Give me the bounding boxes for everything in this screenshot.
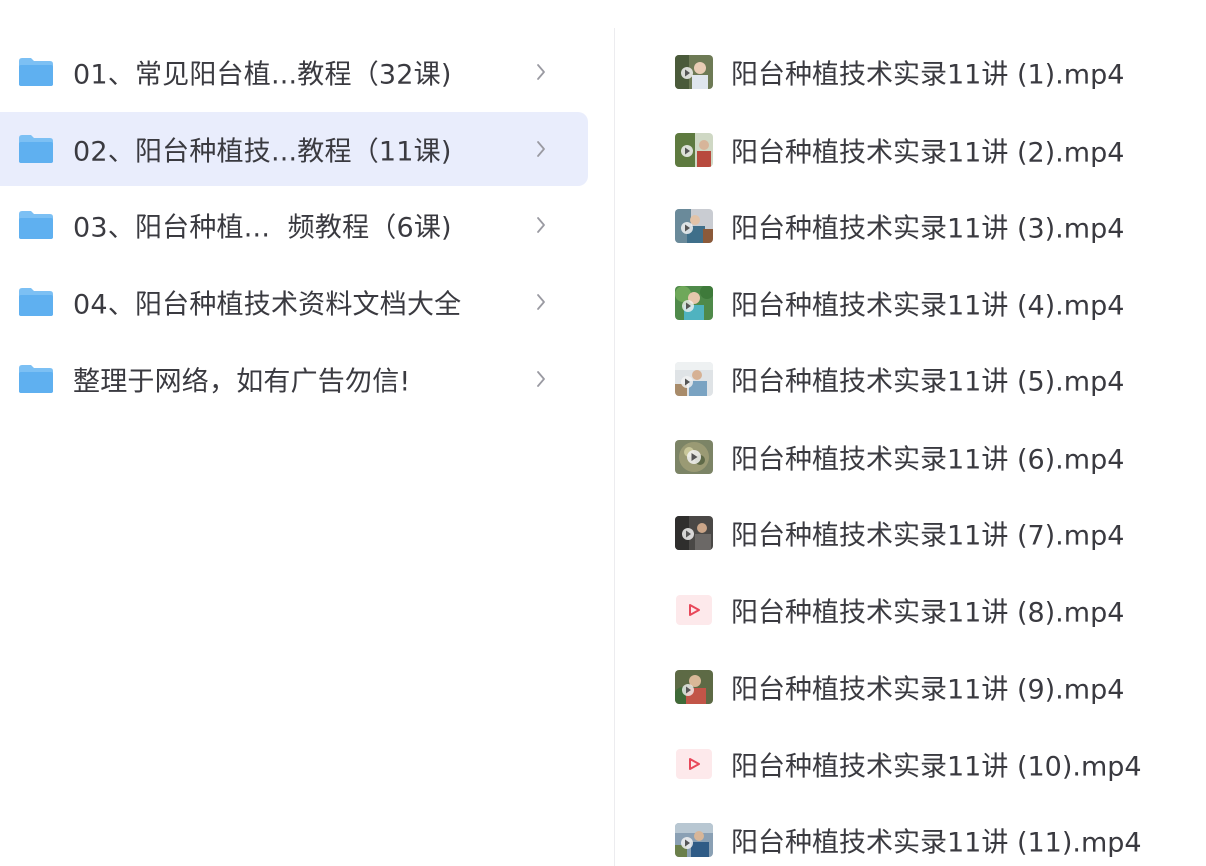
chevron-right-icon bbox=[533, 214, 549, 236]
folder-label: 03、阳台种植... 频教程（6课) bbox=[73, 212, 452, 244]
folder-label: 02、阳台种植技...教程（11课) bbox=[73, 136, 452, 168]
file-item[interactable]: 阳台种植技术实录11讲 (9).mp4 bbox=[615, 657, 1206, 717]
file-name: 阳台种植技术实录11讲 (4).mp4 bbox=[731, 290, 1125, 322]
file-item[interactable]: 阳台种植技术实录11讲 (11).mp4 bbox=[615, 810, 1206, 866]
chevron-right-icon bbox=[533, 138, 549, 160]
file-name: 阳台种植技术实录11讲 (3).mp4 bbox=[731, 213, 1125, 245]
file-name: 阳台种植技术实录11讲 (10).mp4 bbox=[731, 751, 1142, 783]
folder-list: 01、常见阳台植...教程（32课) 02、阳台种植技...教程（11课) 03… bbox=[0, 0, 614, 866]
file-item[interactable]: 阳台种植技术实录11讲 (7).mp4 bbox=[615, 503, 1206, 563]
video-thumbnail-icon bbox=[675, 133, 713, 167]
file-item[interactable]: 阳台种植技术实录11讲 (4).mp4 bbox=[615, 273, 1206, 333]
video-thumbnail-icon bbox=[675, 516, 713, 550]
file-list: 阳台种植技术实录11讲 (1).mp4 阳台种植技术实录11讲 (2).mp4 … bbox=[615, 0, 1206, 866]
folder-icon bbox=[18, 364, 54, 394]
file-name: 阳台种植技术实录11讲 (7).mp4 bbox=[731, 520, 1125, 552]
folder-item-01[interactable]: 01、常见阳台植...教程（32课) bbox=[0, 35, 588, 109]
file-item[interactable]: 阳台种植技术实录11讲 (5).mp4 bbox=[615, 349, 1206, 409]
chevron-right-icon bbox=[533, 291, 549, 313]
video-file-icon bbox=[675, 747, 713, 781]
video-file-icon bbox=[675, 593, 713, 627]
folder-label: 04、阳台种植技术资料文档大全 bbox=[73, 289, 462, 321]
video-thumbnail-icon bbox=[675, 362, 713, 396]
video-thumbnail-icon bbox=[675, 209, 713, 243]
folder-icon bbox=[18, 210, 54, 240]
folder-icon bbox=[18, 287, 54, 317]
folder-icon bbox=[18, 134, 54, 164]
file-item[interactable]: 阳台种植技术实录11讲 (8).mp4 bbox=[615, 580, 1206, 640]
folder-item-04[interactable]: 04、阳台种植技术资料文档大全 bbox=[0, 265, 588, 339]
file-name: 阳台种植技术实录11讲 (1).mp4 bbox=[731, 59, 1125, 91]
file-name: 阳台种植技术实录11讲 (8).mp4 bbox=[731, 597, 1125, 629]
folder-item-02[interactable]: 02、阳台种植技...教程（11课) bbox=[0, 112, 588, 186]
file-item[interactable]: 阳台种植技术实录11讲 (6).mp4 bbox=[615, 427, 1206, 487]
folder-label: 整理于网络，如有广告勿信! bbox=[73, 366, 411, 398]
folder-icon bbox=[18, 57, 54, 87]
video-thumbnail-icon bbox=[675, 823, 713, 857]
file-item[interactable]: 阳台种植技术实录11讲 (3).mp4 bbox=[615, 196, 1206, 256]
folder-label: 01、常见阳台植...教程（32课) bbox=[73, 59, 452, 91]
chevron-right-icon bbox=[533, 368, 549, 390]
file-name: 阳台种植技术实录11讲 (5).mp4 bbox=[731, 366, 1125, 398]
file-item[interactable]: 阳台种植技术实录11讲 (1).mp4 bbox=[615, 42, 1206, 102]
chevron-right-icon bbox=[533, 61, 549, 83]
file-browser: 01、常见阳台植...教程（32课) 02、阳台种植技...教程（11课) 03… bbox=[0, 0, 1206, 866]
file-item[interactable]: 阳台种植技术实录11讲 (10).mp4 bbox=[615, 734, 1206, 794]
file-name: 阳台种植技术实录11讲 (9).mp4 bbox=[731, 674, 1125, 706]
file-name: 阳台种植技术实录11讲 (11).mp4 bbox=[731, 827, 1142, 859]
video-thumbnail-icon bbox=[675, 440, 713, 474]
video-thumbnail-icon bbox=[675, 286, 713, 320]
folder-item-05[interactable]: 整理于网络，如有广告勿信! bbox=[0, 342, 588, 416]
file-name: 阳台种植技术实录11讲 (2).mp4 bbox=[731, 137, 1125, 169]
video-thumbnail-icon bbox=[675, 55, 713, 89]
file-item[interactable]: 阳台种植技术实录11讲 (2).mp4 bbox=[615, 120, 1206, 180]
folder-item-03[interactable]: 03、阳台种植... 频教程（6课) bbox=[0, 188, 588, 262]
video-thumbnail-icon bbox=[675, 670, 713, 704]
file-name: 阳台种植技术实录11讲 (6).mp4 bbox=[731, 444, 1125, 476]
